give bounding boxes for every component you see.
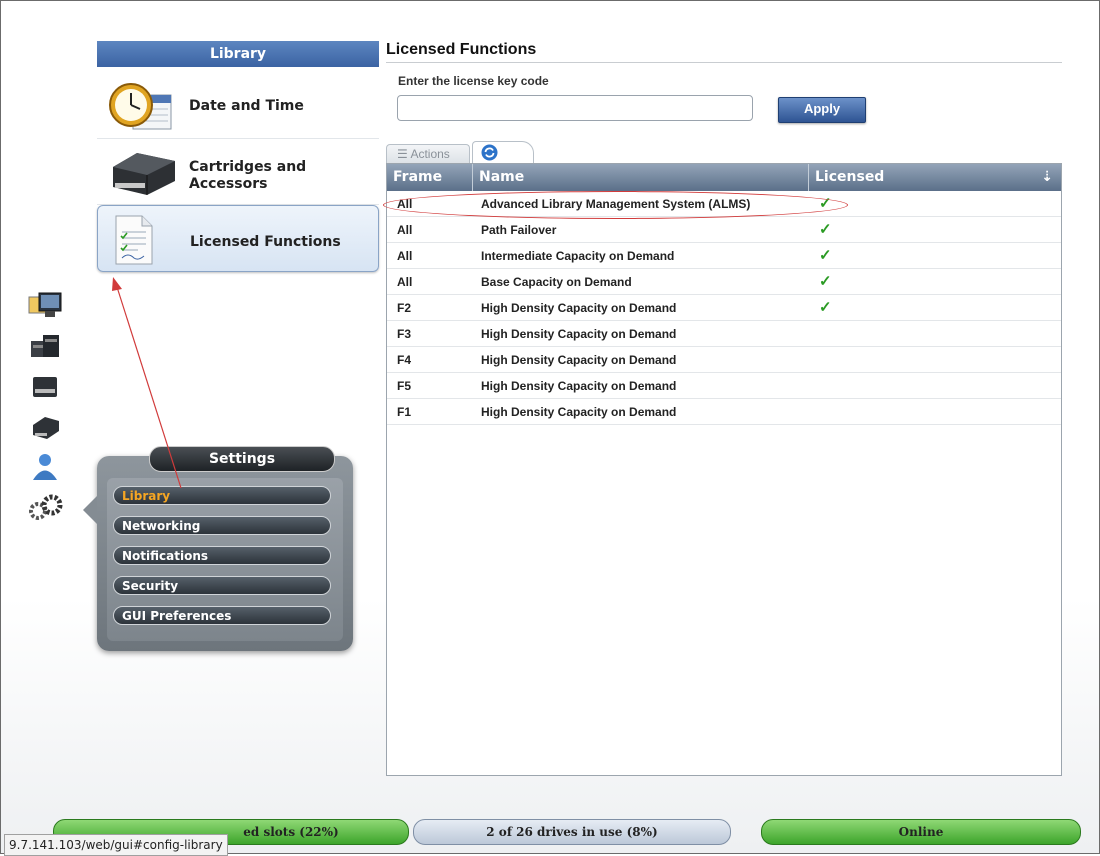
table-row[interactable]: All Intermediate Capacity on Demand ✓: [387, 243, 1061, 269]
settings-item-library[interactable]: Library: [113, 486, 331, 505]
settings-title: Settings: [149, 446, 335, 472]
library-item-label-line2: Accessors: [189, 176, 268, 192]
settings-item-notifications[interactable]: Notifications: [113, 546, 331, 565]
cell-name: Advanced Library Management System (ALMS…: [481, 197, 751, 211]
refresh-icon: [481, 144, 498, 161]
drive-icon[interactable]: [25, 371, 65, 401]
list-icon: ☰: [397, 147, 411, 161]
license-key-input[interactable]: [397, 95, 753, 121]
settings-item-networking[interactable]: Networking: [113, 516, 331, 535]
library-item-label: Date and Time: [189, 98, 304, 114]
table-row[interactable]: All Base Capacity on Demand ✓: [387, 269, 1061, 295]
table-row[interactable]: All Advanced Library Management System (…: [387, 191, 1061, 217]
library-item-cartridges-and-accessors[interactable]: Cartridges and Accessors: [97, 139, 379, 205]
licensed-check-icon: ✓: [819, 273, 832, 290]
cell-frame: F2: [397, 301, 412, 315]
cell-name: High Density Capacity on Demand: [481, 301, 677, 315]
cell-frame: All: [397, 275, 413, 289]
table-row[interactable]: F2 High Density Capacity on Demand ✓: [387, 295, 1061, 321]
tab-actions-label: Actions: [410, 147, 450, 161]
cell-name: High Density Capacity on Demand: [481, 379, 677, 393]
library-panel-header: Library: [97, 41, 379, 67]
licensed-check-icon: ✓: [819, 299, 832, 316]
table-row[interactable]: F3 High Density Capacity on Demand: [387, 321, 1061, 347]
column-header-name[interactable]: Name: [473, 164, 809, 191]
licensed-functions-table: Frame Name Licensed ⇣ All Advanced Libra…: [386, 163, 1062, 776]
online-status[interactable]: Online: [761, 819, 1081, 845]
url-tooltip: 9.7.141.103/web/gui#config-library: [4, 834, 228, 856]
cell-name: High Density Capacity on Demand: [481, 405, 677, 419]
licensed-check-icon: ✓: [819, 221, 832, 238]
license-key-label: Enter the license key code: [398, 74, 549, 88]
table-row[interactable]: All Path Failover ✓: [387, 217, 1061, 243]
cartridge-drive-icon: [113, 153, 175, 195]
table-row[interactable]: F1 High Density Capacity on Demand: [387, 399, 1061, 425]
cell-frame: All: [397, 249, 413, 263]
drives-status[interactable]: 2 of 26 drives in use (8%): [413, 819, 731, 845]
drives-status-text: 2 of 26 drives in use (8%): [486, 825, 658, 839]
settings-item-gui-preferences[interactable]: GUI Preferences: [113, 606, 331, 625]
grid-tabs: ☰ Actions: [386, 141, 586, 164]
cell-name: High Density Capacity on Demand: [481, 353, 677, 367]
settings-menu: Library Networking Notifications Securit…: [107, 478, 343, 641]
table-header: Frame Name Licensed ⇣: [387, 164, 1061, 191]
user-icon[interactable]: [25, 451, 65, 481]
tab-refresh[interactable]: [472, 141, 534, 164]
cell-frame: F4: [397, 353, 412, 367]
cell-name: High Density Capacity on Demand: [481, 327, 677, 341]
cell-name: Base Capacity on Demand: [481, 275, 632, 289]
license-document-icon: [115, 215, 153, 265]
column-header-licensed[interactable]: Licensed ⇣: [809, 164, 1061, 191]
cell-frame: All: [397, 223, 413, 237]
settings-popup: Settings Library Networking Notification…: [83, 446, 353, 651]
page-title: Licensed Functions: [386, 41, 537, 58]
monitoring-icon[interactable]: [25, 291, 65, 321]
table-row[interactable]: F5 High Density Capacity on Demand: [387, 373, 1061, 399]
library-item-label-line1: Cartridges and: [189, 159, 307, 175]
cell-frame: F5: [397, 379, 412, 393]
settings-item-security[interactable]: Security: [113, 576, 331, 595]
library-item-licensed-functions[interactable]: Licensed Functions: [97, 205, 379, 272]
column-header-frame[interactable]: Frame: [387, 164, 473, 191]
cell-name: Intermediate Capacity on Demand: [481, 249, 675, 263]
library-item-date-and-time[interactable]: Date and Time: [97, 73, 379, 139]
sort-icon[interactable]: ⇣: [1041, 164, 1053, 191]
column-header-licensed-label: Licensed: [815, 169, 885, 185]
licensed-check-icon: ✓: [819, 247, 832, 264]
title-divider: [386, 62, 1062, 63]
app-window: Library Date and Time Cartridges and Acc…: [0, 0, 1100, 856]
cell-name: Path Failover: [481, 223, 557, 237]
cell-frame: All: [397, 197, 413, 211]
cartridge-icon[interactable]: [25, 411, 65, 441]
cell-frame: F1: [397, 405, 412, 419]
tab-actions[interactable]: ☰ Actions: [386, 144, 470, 163]
library-item-label: Licensed Functions: [190, 234, 341, 250]
apply-button[interactable]: Apply: [778, 97, 866, 123]
slots-status-text: ed slots (22%): [243, 825, 339, 839]
licensed-check-icon: ✓: [819, 195, 832, 212]
table-row[interactable]: F4 High Density Capacity on Demand: [387, 347, 1061, 373]
settings-gears-icon[interactable]: [25, 493, 65, 523]
library-icon[interactable]: [25, 331, 65, 361]
cell-frame: F3: [397, 327, 412, 341]
clock-calendar-icon: [109, 83, 172, 130]
online-status-text: Online: [898, 825, 944, 839]
